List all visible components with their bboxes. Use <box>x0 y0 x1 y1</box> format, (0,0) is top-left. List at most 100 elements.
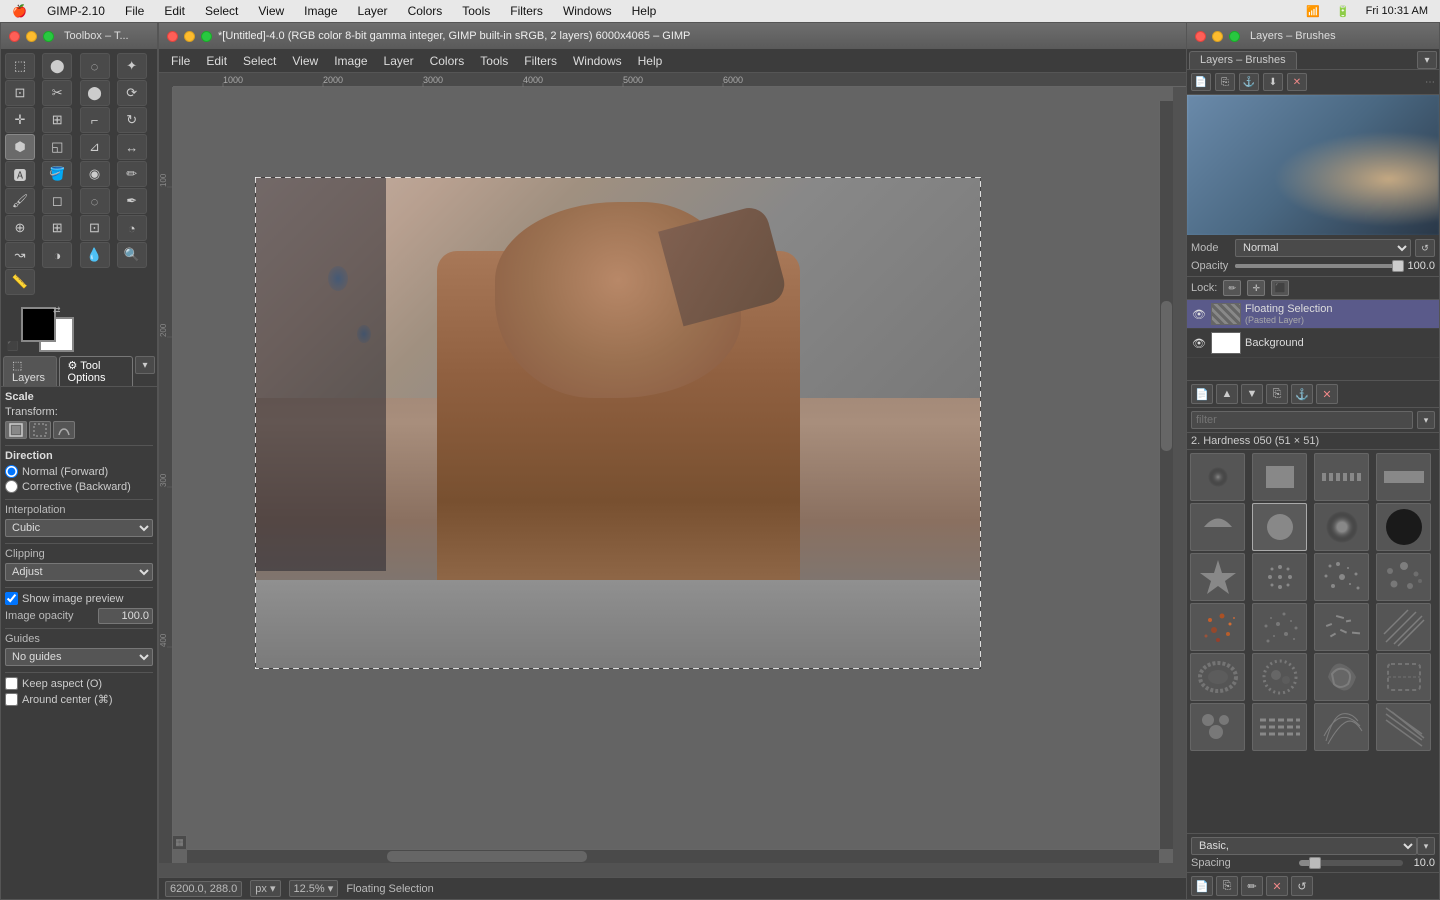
main-maximize-button[interactable] <box>201 31 212 42</box>
image-opacity-input[interactable] <box>98 608 153 624</box>
gimp-tools-menu[interactable]: Tools <box>472 52 516 70</box>
brush-hard-rect[interactable] <box>1252 453 1307 501</box>
tool-paintbrush[interactable]: 🖌 <box>5 188 35 214</box>
mode-select[interactable]: Normal Dissolve Multiply Screen <box>1235 239 1411 257</box>
tool-smudge[interactable]: ↝ <box>5 242 35 268</box>
layer-lower-btn[interactable]: ▼ <box>1241 384 1263 404</box>
tool-move[interactable]: ✛ <box>5 107 35 133</box>
tool-ink[interactable]: ✒ <box>117 188 147 214</box>
layers-more-icon[interactable]: ⋯ <box>1425 77 1435 88</box>
tab-config-icon[interactable]: ▾ <box>135 356 155 374</box>
tool-dodge-burn[interactable]: ◑ <box>42 242 72 268</box>
tool-perspective[interactable]: ⊿ <box>80 134 110 160</box>
brush-grunge2[interactable] <box>1252 653 1307 701</box>
brushes-filter-dropdown[interactable]: ▾ <box>1417 411 1435 429</box>
layer-new-btn[interactable]: 📄 <box>1191 384 1213 404</box>
tool-scissors[interactable]: ✂ <box>42 80 72 106</box>
layer-duplicate-btn[interactable]: ⎘ <box>1266 384 1288 404</box>
brush-hard-round-mid[interactable] <box>1252 503 1307 551</box>
windows-menu[interactable]: Windows <box>559 4 616 18</box>
tool-fuzzy-select[interactable]: ✦ <box>117 53 147 79</box>
tool-crop[interactable]: ⌐ <box>80 107 110 133</box>
around-center-section[interactable]: Around center (⌘) <box>5 693 153 706</box>
tool-ellipse-select[interactable]: ⬤ <box>42 53 72 79</box>
brush-hard-round-lg[interactable] <box>1376 503 1431 551</box>
spacing-slider[interactable] <box>1299 860 1403 866</box>
main-close-button[interactable] <box>167 31 178 42</box>
layer-visibility-background[interactable]: 👁 <box>1191 335 1207 351</box>
filters-menu[interactable]: Filters <box>506 4 547 18</box>
brush-star[interactable] <box>1190 553 1245 601</box>
transform-layer-btn[interactable] <box>5 421 27 439</box>
basic-dropdown-btn[interactable]: ▾ <box>1417 837 1435 855</box>
tool-scale[interactable]: ⬢ <box>5 134 35 160</box>
brush-hard-line-thick[interactable] <box>1376 453 1431 501</box>
brush-dash-line[interactable] <box>1314 453 1369 501</box>
tool-perspective-clone[interactable]: ⊡ <box>80 215 110 241</box>
layer-visibility-floating[interactable]: 👁 <box>1191 306 1207 322</box>
brush-sketch1[interactable] <box>1314 703 1369 751</box>
tool-flip[interactable]: ↔ <box>117 134 147 160</box>
app-name-menu[interactable]: GIMP-2.10 <box>43 4 109 18</box>
gimp-file-menu[interactable]: File <box>163 52 198 70</box>
lock-pixels-btn[interactable]: ✏ <box>1223 280 1241 296</box>
gimp-filters-menu[interactable]: Filters <box>516 52 565 70</box>
gimp-edit-menu[interactable]: Edit <box>198 52 235 70</box>
tool-free-select[interactable]: ◌ <box>80 53 110 79</box>
help-menu[interactable]: Help <box>628 4 661 18</box>
direction-normal-option[interactable]: Normal (Forward) <box>5 465 153 478</box>
gimp-layer-menu[interactable]: Layer <box>376 52 422 70</box>
lock-position-btn[interactable]: ✛ <box>1247 280 1265 296</box>
tool-paths[interactable]: ⟳ <box>117 80 147 106</box>
keep-aspect-checkbox[interactable] <box>5 677 18 690</box>
brush-hatch[interactable] <box>1376 603 1431 651</box>
tool-text[interactable]: 🅰 <box>5 161 35 187</box>
tool-airbrush[interactable]: ◌ <box>80 188 110 214</box>
transform-path-btn[interactable] <box>53 421 75 439</box>
guides-select[interactable]: No guides Center lines Rule of thirds <box>5 648 153 666</box>
minimize-button[interactable] <box>26 31 37 42</box>
brush-dotted-cross[interactable] <box>1252 553 1307 601</box>
tool-zoom[interactable]: 🔍 <box>117 242 147 268</box>
brush-dashes[interactable] <box>1252 703 1307 751</box>
tab-layers[interactable]: ⬚ Layers <box>3 356 57 386</box>
layers-brushes-tab[interactable]: Layers – Brushes <box>1189 51 1297 69</box>
tool-align[interactable]: ⊞ <box>42 107 72 133</box>
tool-measure[interactable]: 📏 <box>5 269 35 295</box>
brush-dotted-scatter[interactable] <box>1314 553 1369 601</box>
new-layer-btn[interactable]: 📄 <box>1191 73 1211 91</box>
layers-tab-config[interactable]: ▾ <box>1417 51 1437 69</box>
layer-menu[interactable]: Layer <box>354 4 392 18</box>
layer-raise-btn[interactable]: ▲ <box>1216 384 1238 404</box>
view-menu[interactable]: View <box>254 4 288 18</box>
keep-aspect-section[interactable]: Keep aspect (O) <box>5 677 153 690</box>
brush-edit-btn[interactable]: ✏ <box>1241 876 1263 896</box>
layers-close-button[interactable] <box>1195 31 1206 42</box>
horizontal-scrollbar[interactable] <box>187 849 1159 863</box>
select-menu[interactable]: Select <box>201 4 242 18</box>
mode-reset-icon[interactable]: ↺ <box>1415 239 1435 257</box>
edit-menu[interactable]: Edit <box>160 4 189 18</box>
tool-shear[interactable]: ◱ <box>42 134 72 160</box>
gimp-help-menu[interactable]: Help <box>630 52 671 70</box>
brush-soft-round-lg[interactable] <box>1314 503 1369 551</box>
canvas-scroll[interactable]: ▦ <box>173 87 1173 863</box>
brush-refresh-btn[interactable]: ↺ <box>1291 876 1313 896</box>
gimp-windows-menu[interactable]: Windows <box>565 52 630 70</box>
brush-grunge5[interactable] <box>1190 703 1245 751</box>
tab-tool-options[interactable]: ⚙ Tool Options <box>59 356 133 386</box>
image-menu[interactable]: Image <box>300 4 341 18</box>
lock-alpha-btn[interactable]: ⬛ <box>1271 280 1289 296</box>
tool-bucket-fill[interactable]: 🪣 <box>42 161 72 187</box>
tool-pencil[interactable]: ✏ <box>117 161 147 187</box>
tool-foreground-select[interactable]: ⬤ <box>80 80 110 106</box>
brush-grunge3[interactable] <box>1314 653 1369 701</box>
basic-presets-select[interactable]: Basic, <box>1191 837 1417 855</box>
close-button[interactable] <box>9 31 20 42</box>
foreground-color-swatch[interactable] <box>21 307 56 342</box>
gimp-colors-menu[interactable]: Colors <box>422 52 473 70</box>
layer-item-floating[interactable]: 👁 Floating Selection (Pasted Layer) <box>1187 300 1439 329</box>
brush-grunge1[interactable] <box>1190 653 1245 701</box>
show-preview-checkbox[interactable] <box>5 592 18 605</box>
direction-normal-radio[interactable] <box>5 465 18 478</box>
